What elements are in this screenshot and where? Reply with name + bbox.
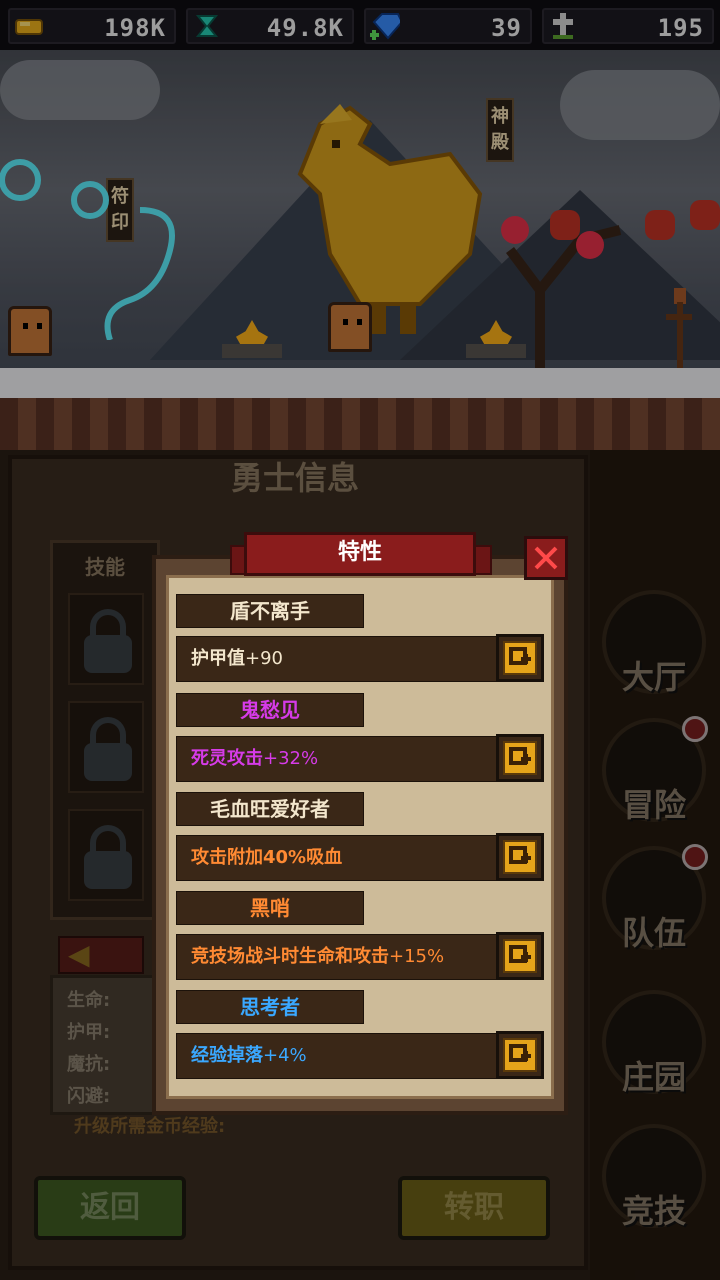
crystal-value: 49.8K (266, 14, 344, 42)
trait-effect: 死灵攻击+32% (176, 736, 498, 782)
blue-gem-icon (370, 12, 400, 40)
trait-bonus: +90 (245, 648, 283, 669)
trait-upgrade-button[interactable] (496, 932, 544, 980)
resource-bar: 198K 49.8K 39 195 (0, 0, 720, 50)
crystal-counter: 49.8K (186, 8, 354, 44)
temple-sign: 神 殿 (486, 98, 514, 162)
trait-effect-text: 攻击附加40%吸血 (191, 847, 343, 868)
gem-value: 39 (491, 14, 522, 42)
back-arrow-tab[interactable]: ◀ (58, 936, 144, 974)
locked-skill-slot[interactable] (68, 701, 144, 793)
locked-skill-slot[interactable] (68, 809, 144, 901)
stat-hp-label: 生命: (67, 990, 111, 1011)
green-crystal-icon (192, 12, 222, 40)
cloud (0, 60, 160, 120)
close-icon (534, 546, 558, 570)
skills-label: 技能 (85, 555, 125, 579)
golden-rooster-statue (297, 104, 483, 334)
snow-ground (0, 368, 720, 398)
nav-team[interactable]: 队伍 (598, 844, 710, 968)
grave-cross-icon (548, 12, 578, 40)
grave-counter: 195 (542, 8, 714, 44)
scarecrow (666, 288, 692, 368)
trait-upgrade-button[interactable] (496, 833, 544, 881)
gem-counter: 39 (364, 8, 532, 44)
arrow-left-icon: ◀ (68, 938, 90, 971)
dialog-title: 特性 (337, 540, 382, 565)
sign-char: 神 (491, 106, 509, 127)
trait-name: 黑哨 (176, 891, 364, 925)
trait-bonus: +32% (263, 748, 319, 769)
brazier (466, 318, 526, 358)
game-scene: 符 印 神 殿 (0, 50, 720, 450)
back-button[interactable]: 返回 (34, 1176, 186, 1240)
trait-bonus: +15% (389, 946, 445, 967)
notification-dot (682, 844, 708, 870)
trait-effect: 攻击附加40%吸血 (176, 835, 498, 881)
plus-icon (503, 1038, 537, 1072)
plus-icon (503, 741, 537, 775)
trait-effect-text: 竞技场战斗时生命和攻击 (191, 946, 389, 967)
trait-name-text: 鬼愁见 (240, 698, 300, 722)
trait-effect-text: 经验掉落 (191, 1045, 263, 1066)
trait-name: 盾不离手 (176, 594, 364, 628)
notification-dot (682, 716, 708, 742)
trait-effect: 护甲值+90 (176, 636, 498, 682)
plus-icon (503, 840, 537, 874)
skills-panel: 技能 (50, 540, 160, 920)
gold-value: 198K (104, 14, 166, 42)
trait-name: 毛血旺爱好者 (176, 792, 364, 826)
stat-dodge-label: 闪避: (67, 1086, 111, 1107)
trait-bonus: +4% (263, 1045, 307, 1066)
trait-effect-text: 护甲值 (191, 648, 245, 669)
hero-character[interactable] (328, 302, 372, 352)
panel-title: 勇士信息 (230, 459, 359, 497)
trait-name-text: 毛血旺爱好者 (210, 797, 330, 821)
nav-lobby-label: 大厅 (621, 658, 686, 696)
nav-adventure-label: 冒险 (621, 786, 686, 824)
trait-effect: 经验掉落+4% (176, 1033, 498, 1079)
grave-value: 195 (657, 14, 704, 42)
gold-coin-icon (14, 12, 44, 40)
trait-name-text: 黑哨 (250, 896, 290, 920)
stat-magic-resist-label: 魔抗: (67, 1054, 111, 1075)
trait-upgrade-button[interactable] (496, 734, 544, 782)
nav-arena[interactable]: 竞技 (598, 1124, 710, 1246)
nav-manor[interactable]: 庄园 (598, 990, 710, 1112)
nav-adventure[interactable]: 冒险 (598, 716, 710, 840)
trait-effect-text: 死灵攻击 (191, 748, 263, 769)
nav-team-label: 队伍 (621, 914, 686, 952)
trait-upgrade-button[interactable] (496, 1031, 544, 1079)
trait-name-text: 思考者 (240, 995, 300, 1019)
brazier (222, 318, 282, 358)
upgrade-cost-label: 升级所需金币经验: (74, 1116, 226, 1137)
trait-name-text: 盾不离手 (230, 599, 310, 623)
nav-arena-label: 竞技 (621, 1192, 686, 1230)
trait-upgrade-button[interactable] (496, 634, 544, 682)
ally-character[interactable] (8, 306, 52, 356)
trait-effect: 竞技场战斗时生命和攻击+15% (176, 934, 498, 980)
locked-skill-slot[interactable] (68, 593, 144, 685)
nav-manor-label: 庄园 (621, 1058, 686, 1096)
gold-counter: 198K (8, 8, 176, 44)
plus-icon (503, 641, 537, 675)
trait-name: 鬼愁见 (176, 693, 364, 727)
sign-char: 殿 (491, 132, 509, 153)
nav-lobby[interactable]: 大厅 (598, 590, 710, 712)
change-job-button[interactable]: 转职 (398, 1176, 550, 1240)
plus-icon (503, 939, 537, 973)
trait-name: 思考者 (176, 990, 364, 1024)
close-button[interactable] (524, 536, 568, 580)
stat-armor-label: 护甲: (67, 1022, 111, 1043)
dirt-ground (0, 398, 720, 450)
